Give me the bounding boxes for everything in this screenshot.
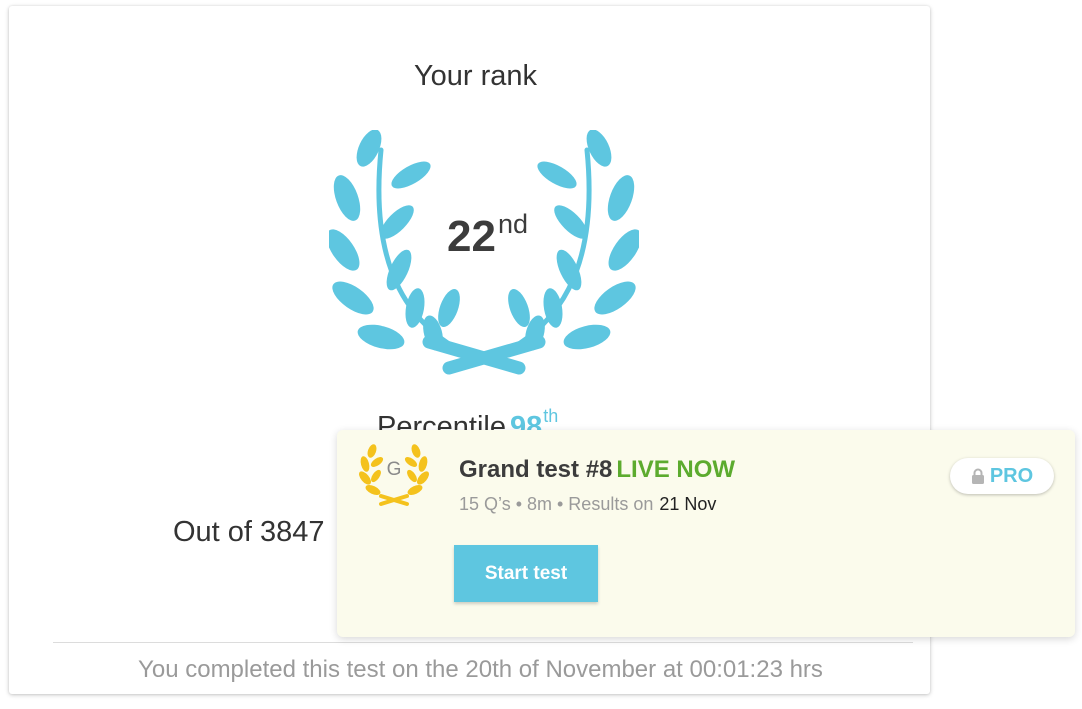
rank-number: 22nd (447, 209, 528, 262)
test-meta-text: 15 Q’s • 8m • Results on (459, 494, 654, 514)
completed-text: You completed this test on the 20th of N… (138, 656, 823, 683)
gold-laurel-badge-icon: G (359, 444, 429, 506)
out-of-text: Out of 3847 (173, 516, 325, 548)
start-test-button[interactable]: Start test (454, 545, 598, 602)
rank-value: 22 (447, 212, 496, 261)
rank-title: Your rank (413, 60, 538, 92)
test-meta: 15 Q’s • 8m • Results on 21 Nov (459, 494, 716, 515)
badge-letter: G (387, 459, 402, 480)
percentile-suffix: th (543, 406, 559, 426)
test-name: Grand test #8 (459, 456, 613, 483)
live-status: LIVE NOW (616, 456, 736, 483)
test-card: G Grand test #8 LIVE NOW 15 Q’s • 8m • Re… (337, 430, 1075, 637)
divider (53, 642, 913, 643)
rank-suffix: nd (497, 209, 528, 239)
test-title: Grand test #8 LIVE NOW (459, 456, 735, 484)
results-date: 21 Nov (659, 494, 717, 514)
lock-icon (971, 468, 985, 485)
pro-badge[interactable]: PRO (950, 458, 1054, 494)
pro-label: PRO (989, 464, 1034, 487)
